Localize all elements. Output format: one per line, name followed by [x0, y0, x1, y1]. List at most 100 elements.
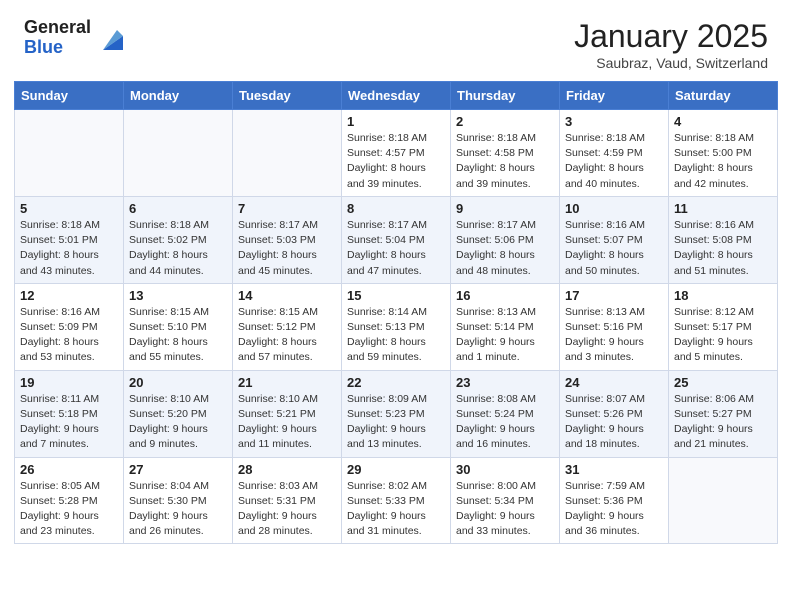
col-header-saturday: Saturday	[669, 82, 778, 110]
day-info: Sunrise: 8:16 AMSunset: 5:09 PMDaylight:…	[20, 305, 118, 366]
day-number: 12	[20, 288, 118, 303]
calendar-cell: 22 Sunrise: 8:09 AMSunset: 5:23 PMDayligh…	[342, 370, 451, 457]
day-info: Sunrise: 8:09 AMSunset: 5:23 PMDaylight:…	[347, 392, 445, 453]
week-row-2: 5 Sunrise: 8:18 AMSunset: 5:01 PMDaylight…	[15, 196, 778, 283]
day-info: Sunrise: 8:00 AMSunset: 5:34 PMDaylight:…	[456, 479, 554, 540]
calendar-cell: 23 Sunrise: 8:08 AMSunset: 5:24 PMDayligh…	[451, 370, 560, 457]
calendar-cell: 7 Sunrise: 8:17 AMSunset: 5:03 PMDaylight…	[233, 196, 342, 283]
day-number: 24	[565, 375, 663, 390]
day-number: 7	[238, 201, 336, 216]
calendar-cell: 10 Sunrise: 8:16 AMSunset: 5:07 PMDayligh…	[560, 196, 669, 283]
calendar-cell	[669, 457, 778, 544]
day-number: 17	[565, 288, 663, 303]
calendar-cell	[124, 110, 233, 197]
calendar-cell: 16Sunrise: 8:13 AMSunset: 5:14 PMDayligh…	[451, 283, 560, 370]
calendar-cell: 9 Sunrise: 8:17 AMSunset: 5:06 PMDaylight…	[451, 196, 560, 283]
day-info: Sunrise: 8:13 AMSunset: 5:16 PMDaylight:…	[565, 305, 663, 366]
day-info: Sunrise: 8:16 AMSunset: 5:07 PMDaylight:…	[565, 218, 663, 279]
calendar-cell: 19 Sunrise: 8:11 AMSunset: 5:18 PMDayligh…	[15, 370, 124, 457]
calendar-cell: 26Sunrise: 8:05 AMSunset: 5:28 PMDayligh…	[15, 457, 124, 544]
day-info: Sunrise: 8:15 AMSunset: 5:12 PMDaylight:…	[238, 305, 336, 366]
calendar-cell: 2 Sunrise: 8:18 AMSunset: 4:58 PMDaylight…	[451, 110, 560, 197]
day-number: 28	[238, 462, 336, 477]
day-number: 21	[238, 375, 336, 390]
day-info: Sunrise: 8:18 AMSunset: 4:58 PMDaylight:…	[456, 131, 554, 192]
logo-icon	[95, 22, 127, 54]
logo: General Blue	[24, 18, 127, 58]
day-info: Sunrise: 7:59 AMSunset: 5:36 PMDaylight:…	[565, 479, 663, 540]
col-header-monday: Monday	[124, 82, 233, 110]
header: General Blue January 2025 Saubraz, Vaud,…	[0, 0, 792, 81]
day-number: 30	[456, 462, 554, 477]
day-number: 1	[347, 114, 445, 129]
col-header-wednesday: Wednesday	[342, 82, 451, 110]
day-number: 20	[129, 375, 227, 390]
day-info: Sunrise: 8:18 AMSunset: 5:02 PMDaylight:…	[129, 218, 227, 279]
day-number: 16	[456, 288, 554, 303]
week-row-4: 19 Sunrise: 8:11 AMSunset: 5:18 PMDayligh…	[15, 370, 778, 457]
calendar-cell: 30 Sunrise: 8:00 AMSunset: 5:34 PMDayligh…	[451, 457, 560, 544]
col-header-sunday: Sunday	[15, 82, 124, 110]
calendar-cell	[15, 110, 124, 197]
day-info: Sunrise: 8:05 AMSunset: 5:28 PMDaylight:…	[20, 479, 118, 540]
calendar-cell: 8Sunrise: 8:17 AMSunset: 5:04 PMDaylight…	[342, 196, 451, 283]
day-number: 2	[456, 114, 554, 129]
calendar-cell	[233, 110, 342, 197]
calendar-cell: 12 Sunrise: 8:16 AMSunset: 5:09 PMDayligh…	[15, 283, 124, 370]
day-number: 23	[456, 375, 554, 390]
day-info: Sunrise: 8:10 AMSunset: 5:20 PMDaylight:…	[129, 392, 227, 453]
day-number: 22	[347, 375, 445, 390]
calendar-cell: 25Sunrise: 8:06 AMSunset: 5:27 PMDayligh…	[669, 370, 778, 457]
day-info: Sunrise: 8:18 AMSunset: 4:57 PMDaylight:…	[347, 131, 445, 192]
day-number: 8	[347, 201, 445, 216]
day-number: 18	[674, 288, 772, 303]
day-number: 4	[674, 114, 772, 129]
day-info: Sunrise: 8:15 AMSunset: 5:10 PMDaylight:…	[129, 305, 227, 366]
day-info: Sunrise: 8:08 AMSunset: 5:24 PMDaylight:…	[456, 392, 554, 453]
calendar-cell: 5 Sunrise: 8:18 AMSunset: 5:01 PMDaylight…	[15, 196, 124, 283]
calendar-cell: 14 Sunrise: 8:15 AMSunset: 5:12 PMDayligh…	[233, 283, 342, 370]
day-number: 29	[347, 462, 445, 477]
calendar-wrapper: SundayMondayTuesdayWednesdayThursdayFrid…	[0, 81, 792, 558]
week-row-3: 12 Sunrise: 8:16 AMSunset: 5:09 PMDayligh…	[15, 283, 778, 370]
day-number: 5	[20, 201, 118, 216]
col-header-thursday: Thursday	[451, 82, 560, 110]
title-block: January 2025 Saubraz, Vaud, Switzerland	[574, 18, 768, 71]
day-number: 6	[129, 201, 227, 216]
calendar-cell: 28Sunrise: 8:03 AMSunset: 5:31 PMDayligh…	[233, 457, 342, 544]
page: General Blue January 2025 Saubraz, Vaud,…	[0, 0, 792, 612]
calendar-cell: 21 Sunrise: 8:10 AMSunset: 5:21 PMDayligh…	[233, 370, 342, 457]
day-info: Sunrise: 8:12 AMSunset: 5:17 PMDaylight:…	[674, 305, 772, 366]
day-info: Sunrise: 8:18 AMSunset: 5:01 PMDaylight:…	[20, 218, 118, 279]
day-info: Sunrise: 8:11 AMSunset: 5:18 PMDaylight:…	[20, 392, 118, 453]
day-info: Sunrise: 8:04 AMSunset: 5:30 PMDaylight:…	[129, 479, 227, 540]
day-number: 11	[674, 201, 772, 216]
col-header-friday: Friday	[560, 82, 669, 110]
day-number: 19	[20, 375, 118, 390]
day-number: 9	[456, 201, 554, 216]
calendar-table: SundayMondayTuesdayWednesdayThursdayFrid…	[14, 81, 778, 544]
day-info: Sunrise: 8:14 AMSunset: 5:13 PMDaylight:…	[347, 305, 445, 366]
logo-blue: Blue	[24, 38, 91, 58]
day-info: Sunrise: 8:17 AMSunset: 5:06 PMDaylight:…	[456, 218, 554, 279]
day-number: 13	[129, 288, 227, 303]
month-title: January 2025	[574, 18, 768, 55]
week-row-5: 26Sunrise: 8:05 AMSunset: 5:28 PMDayligh…	[15, 457, 778, 544]
day-info: Sunrise: 8:18 AMSunset: 4:59 PMDaylight:…	[565, 131, 663, 192]
calendar-cell: 6 Sunrise: 8:18 AMSunset: 5:02 PMDaylight…	[124, 196, 233, 283]
calendar-cell: 3 Sunrise: 8:18 AMSunset: 4:59 PMDaylight…	[560, 110, 669, 197]
day-number: 3	[565, 114, 663, 129]
calendar-cell: 18 Sunrise: 8:12 AMSunset: 5:17 PMDayligh…	[669, 283, 778, 370]
calendar-cell: 20 Sunrise: 8:10 AMSunset: 5:20 PMDayligh…	[124, 370, 233, 457]
day-number: 10	[565, 201, 663, 216]
col-header-tuesday: Tuesday	[233, 82, 342, 110]
calendar-cell: 11 Sunrise: 8:16 AMSunset: 5:08 PMDayligh…	[669, 196, 778, 283]
header-row: SundayMondayTuesdayWednesdayThursdayFrid…	[15, 82, 778, 110]
day-info: Sunrise: 8:10 AMSunset: 5:21 PMDaylight:…	[238, 392, 336, 453]
day-info: Sunrise: 8:17 AMSunset: 5:03 PMDaylight:…	[238, 218, 336, 279]
calendar-cell: 24Sunrise: 8:07 AMSunset: 5:26 PMDayligh…	[560, 370, 669, 457]
day-number: 31	[565, 462, 663, 477]
day-info: Sunrise: 8:16 AMSunset: 5:08 PMDaylight:…	[674, 218, 772, 279]
calendar-cell: 4Sunrise: 8:18 AMSunset: 5:00 PMDaylight…	[669, 110, 778, 197]
day-number: 14	[238, 288, 336, 303]
